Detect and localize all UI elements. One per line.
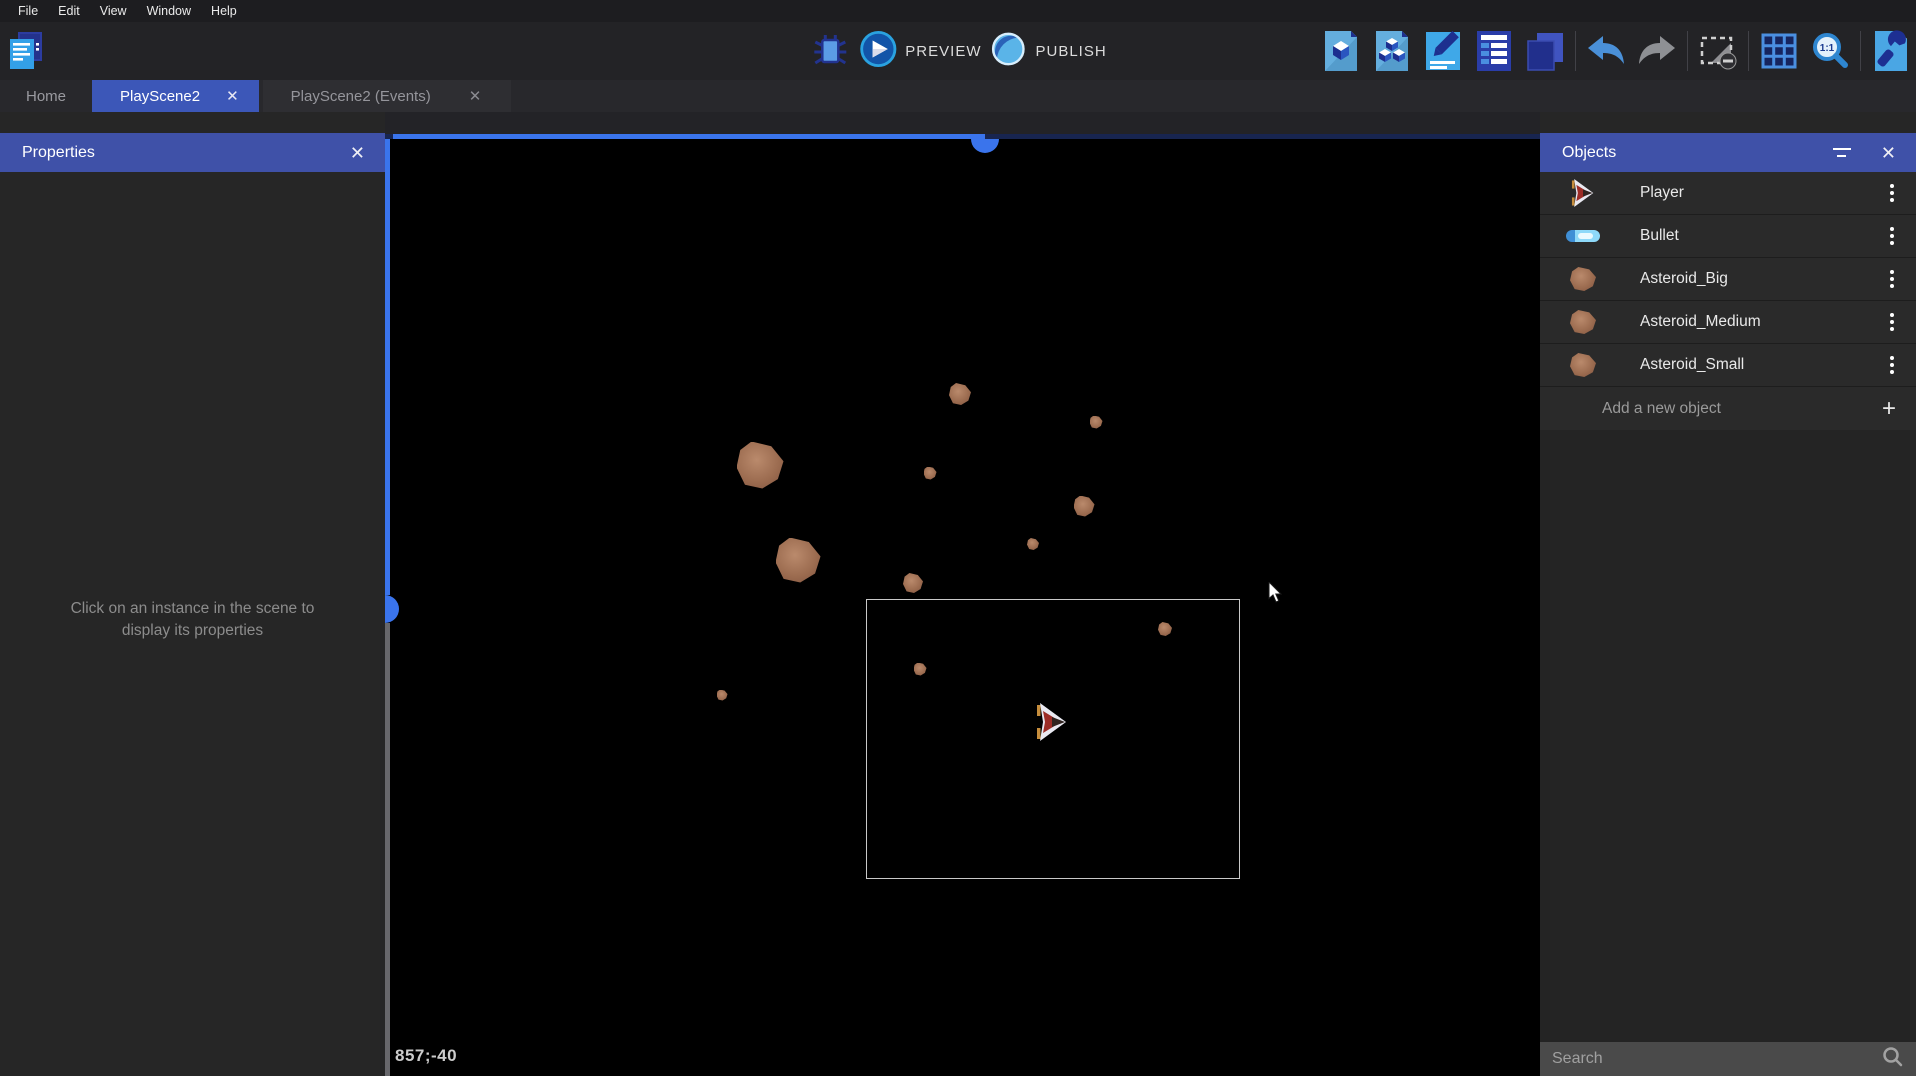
asteroid-medium-instance[interactable] [903, 573, 923, 593]
scene-properties-icon[interactable] [1422, 28, 1464, 74]
menu-view[interactable]: View [90, 0, 137, 22]
asteroid-icon [1564, 350, 1602, 380]
capture-region-icon[interactable] [1697, 28, 1739, 74]
object-label: Asteroid_Big [1640, 270, 1882, 288]
object-row-asteroid-big[interactable]: Asteroid_Big [1540, 258, 1916, 301]
object-label: Asteroid_Small [1640, 356, 1882, 374]
object-menu-icon[interactable] [1882, 221, 1902, 251]
objects-panel: Objects ✕ Player [1540, 112, 1916, 1076]
asteroid-medium-instance[interactable] [949, 383, 971, 405]
vertical-scrollbar-track[interactable] [385, 623, 390, 1076]
redo-icon[interactable] [1636, 28, 1678, 74]
asteroid-small-instance[interactable] [717, 690, 728, 701]
layers-list-icon[interactable] [1473, 28, 1515, 74]
instances-list-icon[interactable] [1524, 28, 1566, 74]
toolbar-separator [1860, 31, 1861, 71]
objects-panel-header[interactable]: Objects ✕ [1540, 133, 1916, 172]
toolbar-separator [1575, 31, 1576, 71]
preview-button[interactable]: PREVIEW [859, 30, 981, 73]
tab-playscene2-events-label: PlayScene2 (Events) [291, 88, 431, 105]
project-manager-icon[interactable] [5, 28, 47, 74]
tab-close-icon[interactable]: ✕ [222, 87, 243, 106]
asteroid-icon [1564, 264, 1602, 294]
object-label: Player [1640, 184, 1882, 202]
toolbar-separator [1687, 31, 1688, 71]
vertical-scrollbar-fill[interactable] [385, 139, 390, 595]
object-list: Player Bullet Asteroid_Big Asteroid_Medi… [1540, 172, 1916, 1042]
tab-home-label: Home [26, 88, 66, 105]
tab-playscene2[interactable]: PlayScene2 ✕ [92, 80, 259, 112]
asteroid-icon [1564, 307, 1602, 337]
object-label: Bullet [1640, 227, 1882, 245]
close-icon[interactable]: ✕ [1875, 144, 1902, 162]
filter-icon[interactable] [1831, 144, 1853, 161]
asteroid-medium-instance[interactable] [1074, 496, 1095, 517]
add-new-object-button[interactable]: Add a new object + [1540, 387, 1916, 430]
object-row-player[interactable]: Player [1540, 172, 1916, 215]
mouse-cursor [1268, 582, 1288, 604]
tab-bar: Home PlayScene2 ✕ PlayScene2 (Events) ✕ [0, 80, 1916, 112]
scene-top-strip [385, 112, 1540, 134]
objects-editor-icon[interactable] [1320, 28, 1362, 74]
object-menu-icon[interactable] [1882, 178, 1902, 208]
asteroid-small-instance[interactable] [1090, 416, 1103, 429]
project-settings-icon[interactable] [1870, 28, 1912, 74]
object-groups-icon[interactable] [1371, 28, 1413, 74]
globe-icon [989, 30, 1027, 73]
properties-panel: Properties ✕ Click on an instance in the… [0, 112, 385, 1076]
toolbar-separator [1748, 31, 1749, 71]
menu-file[interactable]: File [8, 0, 48, 22]
search-icon [1882, 1046, 1904, 1073]
plus-icon: + [1882, 397, 1896, 421]
search-input[interactable] [1552, 1050, 1882, 1068]
properties-empty-message: Click on an instance in the scene to dis… [0, 598, 385, 643]
objects-panel-title: Objects [1562, 144, 1831, 162]
main-area: Properties ✕ Click on an instance in the… [0, 112, 1916, 1076]
zoom-ratio-label: 1:1 [1820, 43, 1835, 54]
close-icon[interactable]: ✕ [344, 144, 371, 162]
tab-playscene2-events[interactable]: PlayScene2 (Events) ✕ [263, 80, 512, 112]
publish-label: PUBLISH [1035, 43, 1106, 60]
object-menu-icon[interactable] [1882, 307, 1902, 337]
asteroid-small-instance[interactable] [1027, 538, 1039, 550]
preview-label: PREVIEW [905, 43, 981, 60]
objects-search-bar [1540, 1042, 1916, 1076]
menu-help[interactable]: Help [201, 0, 247, 22]
toolbar: PREVIEW PUBLISH [0, 22, 1916, 80]
undo-icon[interactable] [1585, 28, 1627, 74]
player-ship-icon [1564, 178, 1602, 208]
asteroid-small-instance[interactable] [924, 467, 937, 480]
horizontal-scrollbar-thumb[interactable] [971, 139, 999, 153]
debug-bug-icon[interactable] [809, 28, 851, 74]
cursor-coordinates: 857;-40 [395, 1046, 457, 1066]
horizontal-scrollbar-fill[interactable] [393, 134, 985, 139]
menu-edit[interactable]: Edit [48, 0, 90, 22]
play-icon [859, 30, 897, 73]
tab-home[interactable]: Home [0, 80, 92, 112]
gdevelop-window: File Edit View Window Help [0, 0, 1916, 1076]
scene-canvas[interactable]: 857;-40 [385, 112, 1540, 1076]
menu-bar: File Edit View Window Help [0, 0, 1916, 22]
properties-panel-title: Properties [22, 144, 344, 162]
object-row-asteroid-medium[interactable]: Asteroid_Medium [1540, 301, 1916, 344]
properties-panel-header[interactable]: Properties ✕ [0, 133, 385, 172]
publish-button[interactable]: PUBLISH [989, 30, 1106, 73]
bullet-icon [1564, 221, 1602, 251]
asteroid-big-instance[interactable] [776, 538, 821, 583]
objects-panel-spacer [1540, 112, 1916, 133]
object-row-bullet[interactable]: Bullet [1540, 215, 1916, 258]
object-menu-icon[interactable] [1882, 350, 1902, 380]
player-instance[interactable] [1035, 703, 1069, 741]
object-row-asteroid-small[interactable]: Asteroid_Small [1540, 344, 1916, 387]
tab-playscene2-label: PlayScene2 [120, 88, 200, 105]
object-menu-icon[interactable] [1882, 264, 1902, 294]
asteroid-big-instance[interactable] [737, 442, 784, 489]
tab-close-icon[interactable]: ✕ [465, 87, 486, 106]
grid-icon[interactable] [1758, 28, 1800, 74]
object-label: Asteroid_Medium [1640, 313, 1882, 331]
vertical-scrollbar-thumb[interactable] [385, 595, 399, 623]
zoom-1-1-icon[interactable]: 1:1 [1809, 28, 1851, 74]
menu-window[interactable]: Window [137, 0, 201, 22]
add-new-object-label: Add a new object [1602, 400, 1882, 418]
